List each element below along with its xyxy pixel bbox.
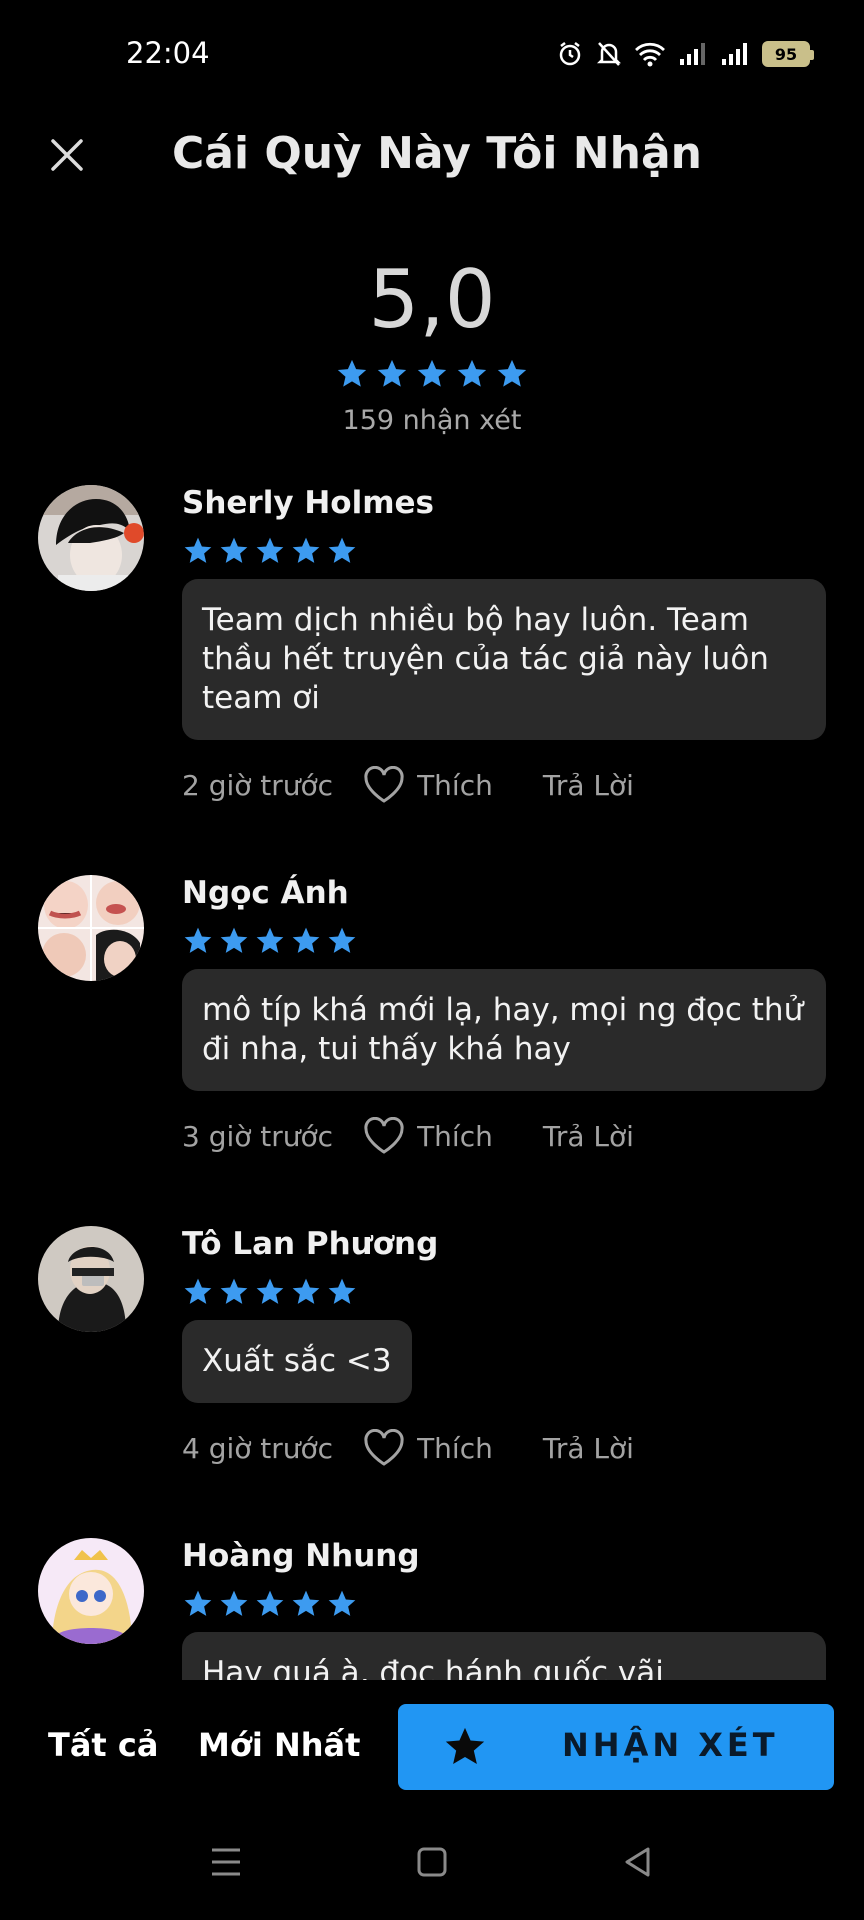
star-icon xyxy=(184,927,212,953)
star-icon xyxy=(417,359,447,387)
reviewer-name: Ngọc Ánh xyxy=(182,875,349,911)
review-body: Tô Lan Phương Xuất sắc <3 4 giờ trước Th… xyxy=(182,1226,826,1467)
summary-stars xyxy=(0,357,864,391)
star-icon xyxy=(497,359,527,387)
star-icon xyxy=(220,1278,248,1304)
bottom-bar: Tất cả Mới Nhất NHẬN XÉT xyxy=(0,1700,864,1795)
status-time: 22:04 xyxy=(126,36,210,70)
average-rating: 5,0 xyxy=(368,253,496,346)
star-icon xyxy=(256,1590,284,1616)
filter-newest-tab[interactable]: Mới Nhất xyxy=(198,1726,360,1764)
star-icon xyxy=(328,927,356,953)
review-text: Xuất sắc <3 xyxy=(182,1320,412,1403)
heart-icon xyxy=(364,766,404,803)
filter-all-tab[interactable]: Tất cả xyxy=(48,1726,158,1764)
review-text: Hay quá à, đọc hánh quốc vãi chuyện... xyxy=(182,1632,826,1680)
star-icon xyxy=(328,1278,356,1304)
avatar[interactable] xyxy=(38,875,144,981)
star-icon xyxy=(256,1278,284,1304)
reply-button[interactable]: Trả Lời xyxy=(543,1120,634,1153)
system-nav-bar xyxy=(0,1835,864,1895)
like-label: Thích xyxy=(417,768,493,802)
heart-icon xyxy=(364,1429,404,1466)
review-time: 2 giờ trước xyxy=(182,768,334,802)
star-icon xyxy=(220,537,248,563)
wifi-icon xyxy=(634,41,666,67)
star-icon xyxy=(377,359,407,387)
star-icon xyxy=(256,537,284,563)
status-bar: 22:04 95 xyxy=(0,0,864,110)
reply-button[interactable]: Trả Lời xyxy=(543,769,634,802)
star-icon xyxy=(220,927,248,953)
review-body: Sherly Holmes Team dịch nhiều bộ hay luô… xyxy=(182,485,826,804)
review-stars xyxy=(182,535,826,567)
review-time: 4 giờ trước xyxy=(182,1431,334,1465)
reviewer-name: Sherly Holmes xyxy=(182,485,434,521)
review-time: 3 giờ trước xyxy=(182,1119,334,1153)
reviewer-name: Hoàng Nhung xyxy=(182,1538,420,1574)
write-review-label: NHẬN XÉT xyxy=(562,1726,779,1764)
star-icon xyxy=(184,537,212,563)
reply-button[interactable]: Trả Lời xyxy=(543,1432,634,1465)
write-review-button[interactable]: NHẬN XÉT xyxy=(398,1704,834,1790)
back-icon[interactable] xyxy=(622,1845,654,1883)
star-icon xyxy=(184,1278,212,1304)
signal-icon-2 xyxy=(720,41,750,67)
rating-summary: 5,0 159 nhận xét xyxy=(0,255,864,436)
avatar[interactable] xyxy=(38,1226,144,1332)
star-icon xyxy=(445,1727,485,1765)
star-icon xyxy=(184,1590,212,1616)
close-button[interactable] xyxy=(42,130,92,180)
avatar[interactable] xyxy=(38,485,144,591)
review-body: Hoàng Nhung Hay quá à, đọc hánh quốc vãi… xyxy=(182,1538,826,1680)
star-icon xyxy=(337,359,367,387)
star-icon xyxy=(292,1278,320,1304)
star-icon xyxy=(328,537,356,563)
star-icon xyxy=(220,1590,248,1616)
like-button[interactable]: Thích xyxy=(363,1117,493,1155)
signal-icon-1 xyxy=(678,41,708,67)
review-actions: 2 giờ trước Thích Trả Lời xyxy=(182,766,826,804)
star-icon xyxy=(292,537,320,563)
review-text: mô típ khá mới lạ, hay, mọi ng đọc thử đ… xyxy=(182,969,826,1091)
close-icon xyxy=(51,139,83,171)
star-icon xyxy=(457,359,487,387)
star-icon xyxy=(292,1590,320,1616)
review-list[interactable]: Sherly Holmes Team dịch nhiều bộ hay luô… xyxy=(0,485,864,1680)
review-body: Ngọc Ánh mô típ khá mới lạ, hay, mọi ng … xyxy=(182,875,826,1155)
star-icon xyxy=(292,927,320,953)
review-stars xyxy=(182,1588,826,1620)
mute-bell-icon xyxy=(596,40,622,68)
home-icon[interactable] xyxy=(416,1845,448,1883)
status-icons: 95 xyxy=(556,40,814,68)
reviewer-name: Tô Lan Phương xyxy=(182,1226,439,1262)
review-stars xyxy=(182,925,826,957)
review-stars xyxy=(182,1276,826,1308)
review-actions: 3 giờ trước Thích Trả Lời xyxy=(182,1117,826,1155)
page-title: Cái Quỳ Này Tôi Nhận xyxy=(172,128,702,179)
avatar[interactable] xyxy=(38,1538,144,1644)
like-label: Thích xyxy=(417,1431,493,1465)
alarm-icon xyxy=(556,40,584,68)
menu-icon[interactable] xyxy=(210,1845,242,1883)
review-text: Team dịch nhiều bộ hay luôn. Team thầu h… xyxy=(182,579,826,740)
review-actions: 4 giờ trước Thích Trả Lời xyxy=(182,1429,826,1467)
like-label: Thích xyxy=(417,1119,493,1153)
heart-icon xyxy=(364,1117,404,1154)
like-button[interactable]: Thích xyxy=(363,766,493,804)
header: Cái Quỳ Này Tôi Nhận xyxy=(0,120,864,190)
star-icon xyxy=(256,927,284,953)
review-count: 159 nhận xét xyxy=(342,405,522,436)
like-button[interactable]: Thích xyxy=(363,1429,493,1467)
star-icon xyxy=(328,1590,356,1616)
battery-icon: 95 xyxy=(762,41,814,67)
